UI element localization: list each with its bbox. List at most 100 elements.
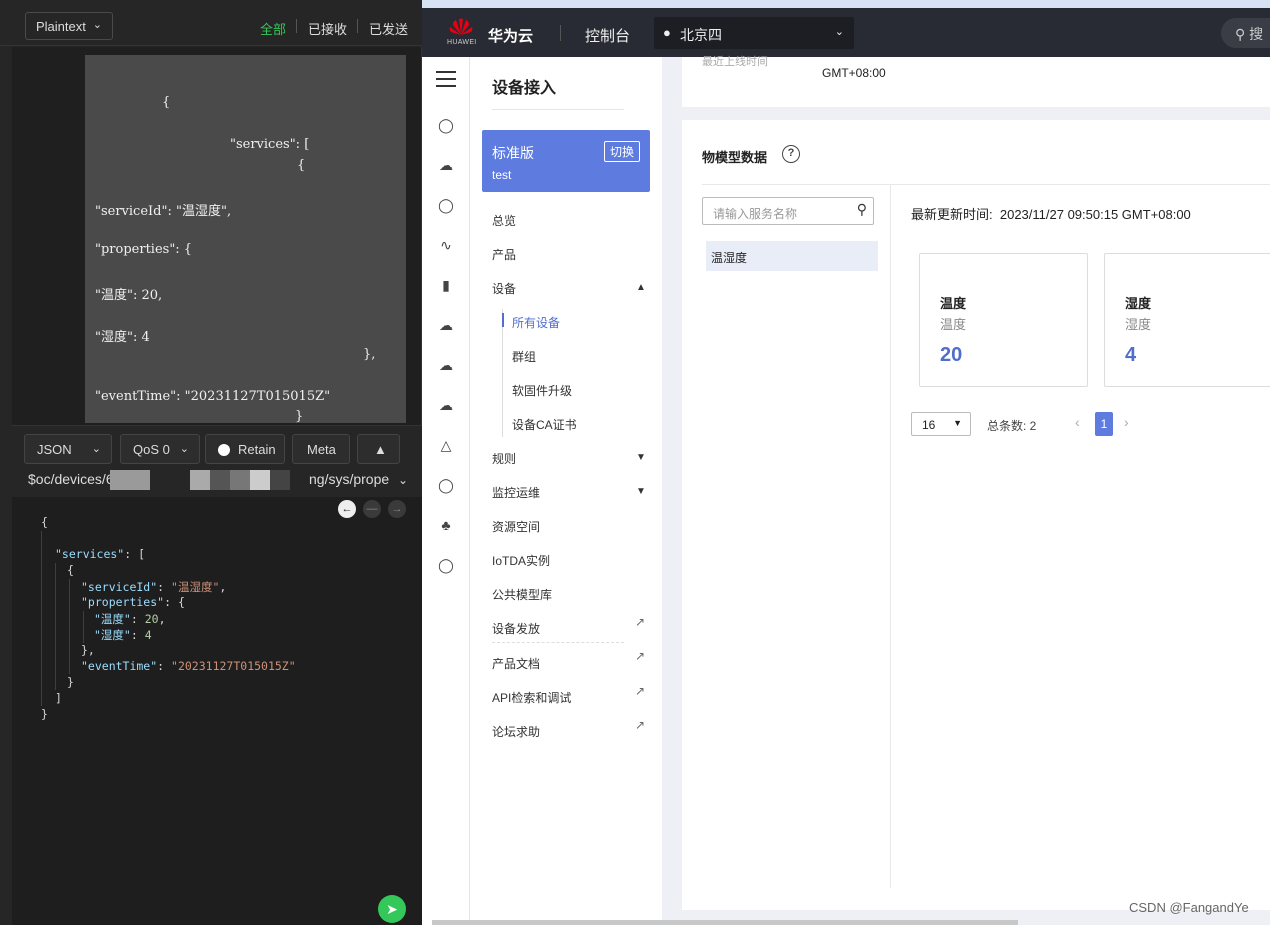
sidebar-item-iotda[interactable]: IoTDA实例 xyxy=(492,552,550,569)
help-icon[interactable]: ? xyxy=(782,145,800,163)
external-link-icon[interactable]: ↗ xyxy=(635,615,645,629)
arrow-right-icon[interactable]: → xyxy=(388,500,406,518)
meta-label: Meta xyxy=(307,442,336,457)
collapse-button[interactable]: ▲ xyxy=(357,434,400,464)
message-line: } xyxy=(295,409,304,424)
payload-editor[interactable] xyxy=(12,497,422,925)
retain-toggle[interactable]: Retain xyxy=(205,434,285,464)
indent-guide xyxy=(55,563,56,690)
sidebar-item-device[interactable]: 设备 xyxy=(492,280,516,297)
huawei-cloud-console: HUAWEI 华为云 控制台 ● 北京四 ⌄ ⚲ 搜 ◯ ☁ ◯ ∿ ▮ ☁ ☁… xyxy=(422,0,1270,925)
sidebar-item-docs[interactable]: 产品文档 xyxy=(492,655,540,672)
chevron-down-icon: ⌄ xyxy=(834,26,844,38)
message-line: "properties": { xyxy=(95,242,193,257)
property-value: 4 xyxy=(1125,344,1137,366)
chevron-left-icon[interactable]: ‹ xyxy=(1075,414,1080,430)
filter-sent[interactable]: 已发送 xyxy=(369,19,408,38)
mqtt-client-panel: Plaintext ⌄ 全部 已接收 已发送 { "services": [ {… xyxy=(0,0,422,925)
cloud-check-icon[interactable]: ☁ xyxy=(436,395,456,415)
huawei-logo-icon xyxy=(449,18,473,35)
filter-received[interactable]: 已接收 xyxy=(308,19,347,38)
page-size-value: 16 xyxy=(922,418,936,432)
search-icon[interactable]: ⚲ xyxy=(857,201,867,218)
qos-select[interactable]: QoS 0 ⌄ xyxy=(120,434,200,464)
arrow-left-icon[interactable]: ← xyxy=(338,500,356,518)
sidebar-item-resource[interactable]: 资源空间 xyxy=(492,518,540,535)
ip-icon[interactable]: ◯ xyxy=(436,475,456,495)
cloud-icon[interactable]: ☁ xyxy=(436,155,456,175)
redacted-block xyxy=(210,470,230,490)
region-select[interactable]: ● 北京四 ⌄ xyxy=(654,17,854,49)
location-pin-icon: ● xyxy=(663,25,671,40)
console-link[interactable]: 控制台 xyxy=(585,25,630,46)
menu-icon[interactable] xyxy=(436,71,456,92)
message-line: "services": [ xyxy=(230,137,310,152)
minus-icon[interactable]: — xyxy=(363,500,381,518)
json-string: "20231127T015015Z" xyxy=(171,659,296,673)
service-list-item[interactable]: 温湿度 xyxy=(706,241,878,271)
code-line: { xyxy=(41,515,48,529)
property-desc: 温度 xyxy=(940,317,967,332)
payload-type-select[interactable]: JSON ⌄ xyxy=(24,434,112,464)
format-select[interactable]: Plaintext ⌄ xyxy=(25,12,113,40)
cloud-upload-icon[interactable]: ☁ xyxy=(436,355,456,375)
globe-icon[interactable]: ◯ xyxy=(436,555,456,575)
external-link-icon[interactable]: ↗ xyxy=(635,684,645,698)
switch-edition-button[interactable]: 切换 xyxy=(604,141,641,162)
brand-name[interactable]: 华为云 xyxy=(488,25,533,46)
chevron-down-icon[interactable]: ⌄ xyxy=(398,473,408,487)
sidebar-title: 设备接入 xyxy=(492,80,557,97)
external-link-icon[interactable]: ↗ xyxy=(635,649,645,663)
page-size-select[interactable]: 16 ▼ xyxy=(911,412,971,436)
cloud-server-icon[interactable]: ◯ xyxy=(436,115,456,135)
divider xyxy=(702,184,1270,185)
sidebar-item-all-devices[interactable]: 所有设备 xyxy=(512,314,560,331)
storage-icon[interactable]: ▮ xyxy=(436,275,456,295)
divider xyxy=(492,642,624,643)
service-search-input[interactable]: 请输入服务名称 ⚲ xyxy=(702,197,874,225)
sidebar-item-group[interactable]: 群组 xyxy=(512,348,536,365)
property-desc: 湿度 xyxy=(1125,317,1152,332)
page-number[interactable]: 1 xyxy=(1095,412,1113,436)
json-key: "services" xyxy=(55,547,125,561)
retain-label: Retain xyxy=(238,442,276,457)
caret-down-icon[interactable]: ▼ xyxy=(636,486,646,497)
external-link-icon[interactable]: ↗ xyxy=(635,718,645,732)
cloud-icon[interactable]: ☁ xyxy=(436,315,456,335)
meta-button[interactable]: Meta xyxy=(292,434,350,464)
database-icon[interactable]: ◯ xyxy=(436,195,456,215)
json-key: "eventTime" xyxy=(81,659,158,673)
property-card: 湿度 湿度 4 xyxy=(1104,253,1270,387)
message-toolbar: Plaintext ⌄ 全部 已接收 已发送 xyxy=(0,0,422,46)
edition-card[interactable]: 标准版 切换 test xyxy=(482,130,650,192)
global-search[interactable]: ⚲ 搜 xyxy=(1221,18,1270,48)
network-icon[interactable]: ∿ xyxy=(436,235,456,255)
last-online-label: 最近上线时间 xyxy=(702,56,768,68)
cluster-icon[interactable]: ♣ xyxy=(436,515,456,535)
filter-all[interactable]: 全部 xyxy=(260,19,286,38)
topic-input[interactable]: $oc/devices/6 xyxy=(28,471,114,487)
sidebar-item-provision[interactable]: 设备发放 xyxy=(492,620,540,637)
sidebar-item-ota[interactable]: 软固件升级 xyxy=(512,382,572,399)
send-icon[interactable]: ➤ xyxy=(378,895,406,923)
message-bubble: { "services": [ { "serviceId": "温湿度", "p… xyxy=(85,55,406,424)
caret-up-icon[interactable]: ▲ xyxy=(636,282,646,293)
sidebar-item-forum[interactable]: 论坛求助 xyxy=(492,723,540,740)
chevron-down-icon: ⌄ xyxy=(92,19,102,31)
sidebar-item-rules[interactable]: 规则 xyxy=(492,450,516,467)
caret-down-icon[interactable]: ▼ xyxy=(636,452,646,463)
property-card: 温度 温度 20 xyxy=(919,253,1088,387)
chevron-right-icon[interactable]: › xyxy=(1124,414,1129,430)
sidebar-item-ca[interactable]: 设备CA证书 xyxy=(512,416,577,433)
redacted-block xyxy=(270,470,290,490)
sidebar-item-monitor[interactable]: 监控运维 xyxy=(492,484,540,501)
json-punct: : [ xyxy=(124,547,146,561)
sidebar-item-overview[interactable]: 总览 xyxy=(492,212,516,229)
sidebar-item-product[interactable]: 产品 xyxy=(492,246,516,263)
pyramid-icon[interactable]: △ xyxy=(436,435,456,455)
code-line: }, xyxy=(81,643,95,657)
sidebar-item-api[interactable]: API检索和调试 xyxy=(492,689,571,706)
horizontal-scrollbar[interactable] xyxy=(432,920,1018,925)
sidebar-item-model-lib[interactable]: 公共模型库 xyxy=(492,586,552,603)
service-name: 温湿度 xyxy=(711,251,748,265)
